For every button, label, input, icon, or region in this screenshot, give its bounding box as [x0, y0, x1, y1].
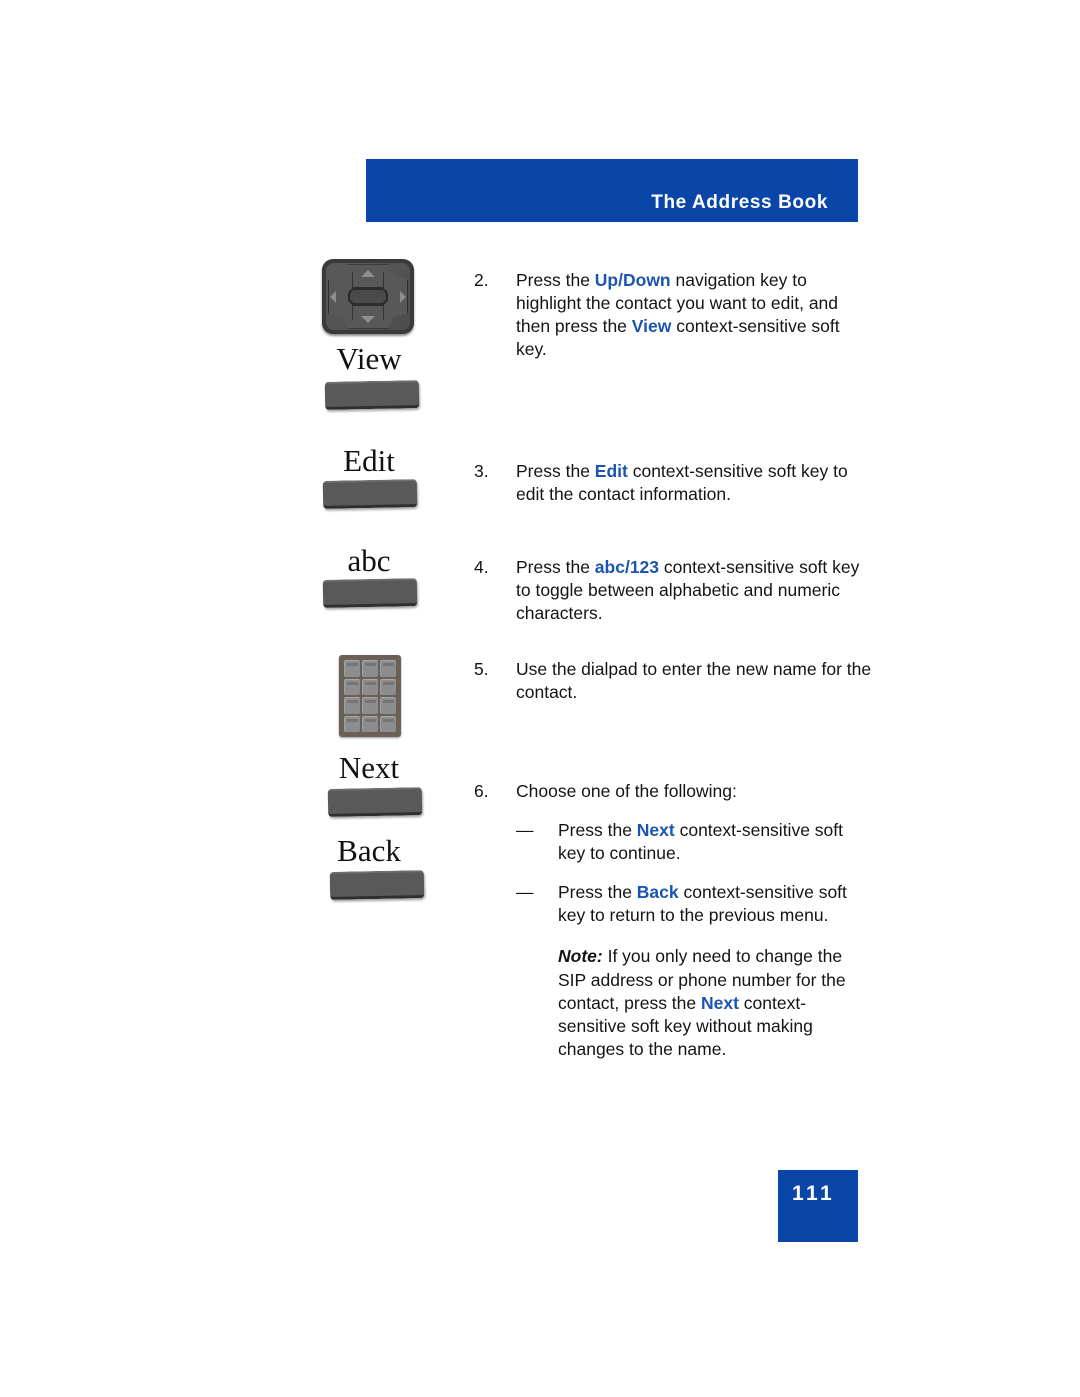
softkey-caption-view: View: [336, 341, 402, 376]
dialpad-key: [344, 697, 360, 714]
dialpad-key: [344, 678, 360, 695]
section-header-banner: The Address Book: [366, 159, 858, 222]
step-text: Choose one of the following:: [516, 781, 737, 801]
dialpad-key: [380, 678, 396, 695]
softkey-button-view: [324, 380, 420, 410]
substep-dash: —: [516, 820, 534, 841]
keyword-term: View: [631, 316, 672, 337]
softkey-button-abc: [322, 578, 418, 608]
dialpad-key: [380, 660, 396, 677]
nav-left-arrow-icon: [330, 290, 337, 303]
step-group: Choose one of the following: — Press the…: [516, 780, 874, 1061]
nav-center-select-button: [347, 288, 389, 305]
dialpad-key: [362, 660, 378, 677]
dialpad-key: [362, 697, 378, 714]
note-label: Note:: [558, 946, 603, 967]
step-number: 3.: [474, 461, 489, 481]
softkey-caption-edit: Edit: [343, 443, 395, 478]
keyword-term: Back: [636, 882, 679, 903]
softkey-button-edit: [322, 479, 418, 509]
softkey-button-next: [327, 787, 423, 817]
softkey-caption-back: Back: [337, 833, 401, 868]
keyword-term: Next: [636, 820, 675, 841]
note-indent-spacer: [516, 945, 558, 1060]
dialpad-key: [362, 715, 378, 732]
substep-next: — Press the Next context-sensitive soft …: [516, 819, 874, 865]
softkey-caption-next: Next: [338, 750, 400, 785]
step-3: 3. Press the Edit context-sensitive soft…: [474, 460, 874, 506]
page-number: 111: [792, 1182, 836, 1205]
nav-up-arrow-icon: [361, 269, 375, 277]
softkey-caption-abc: abc: [347, 543, 391, 578]
step-4: 4. Press the abc/123 context-sensitive s…: [474, 556, 874, 625]
dialpad-key: [362, 678, 378, 695]
page-number-box: 111: [778, 1170, 858, 1242]
step-text: Press the Up/Down navigation key to high…: [516, 270, 840, 360]
step-text: Press the abc/123 context-sensitive soft…: [516, 557, 860, 624]
softkey-button-back: [329, 870, 425, 900]
substep-back: — Press the Back context-sensitive soft …: [516, 881, 874, 927]
step-2: 2. Press the Up/Down navigation key to h…: [474, 269, 874, 361]
note-callout: Note: If you only need to change the SIP…: [516, 945, 874, 1060]
step-number: 6.: [474, 781, 489, 801]
keyword-term: Next: [701, 992, 739, 1013]
substep-text: Press the Next context-sensitive soft ke…: [558, 820, 844, 864]
step-6: 6. Choose one of the following: — Press …: [474, 780, 874, 1061]
keyword-term: abc/123: [594, 557, 660, 577]
keyword-term: Edit: [594, 461, 628, 481]
step-text: Press the Edit context-sensitive soft ke…: [516, 461, 848, 505]
dialpad-key: [344, 660, 360, 677]
navigation-key-icon: [322, 259, 414, 334]
navigation-key-illustration: [322, 259, 414, 334]
dialpad-key: [380, 715, 396, 732]
note-text: Note: If you only need to change the SIP…: [558, 945, 874, 1060]
dialpad-illustration: [339, 655, 401, 737]
step-number: 2.: [474, 270, 489, 290]
dialpad-key: [344, 715, 360, 732]
section-header-title: The Address Book: [651, 192, 828, 213]
dialpad-icon: [339, 655, 401, 737]
keyword-term: Up/Down: [594, 270, 671, 290]
substep-dash: —: [516, 882, 534, 903]
step-number: 4.: [474, 557, 489, 577]
document-page: The Address Book View Edit abc Next Back…: [0, 0, 1080, 1397]
step-5: 5. Use the dialpad to enter the new name…: [474, 658, 874, 704]
nav-down-arrow-icon: [361, 316, 375, 324]
step-number: 5.: [474, 659, 489, 679]
nav-right-arrow-icon: [399, 290, 406, 303]
substep-text: Press the Back context-sensitive soft ke…: [558, 882, 847, 926]
step-text: Use the dialpad to enter the new name fo…: [516, 659, 872, 703]
dialpad-key: [380, 697, 396, 714]
